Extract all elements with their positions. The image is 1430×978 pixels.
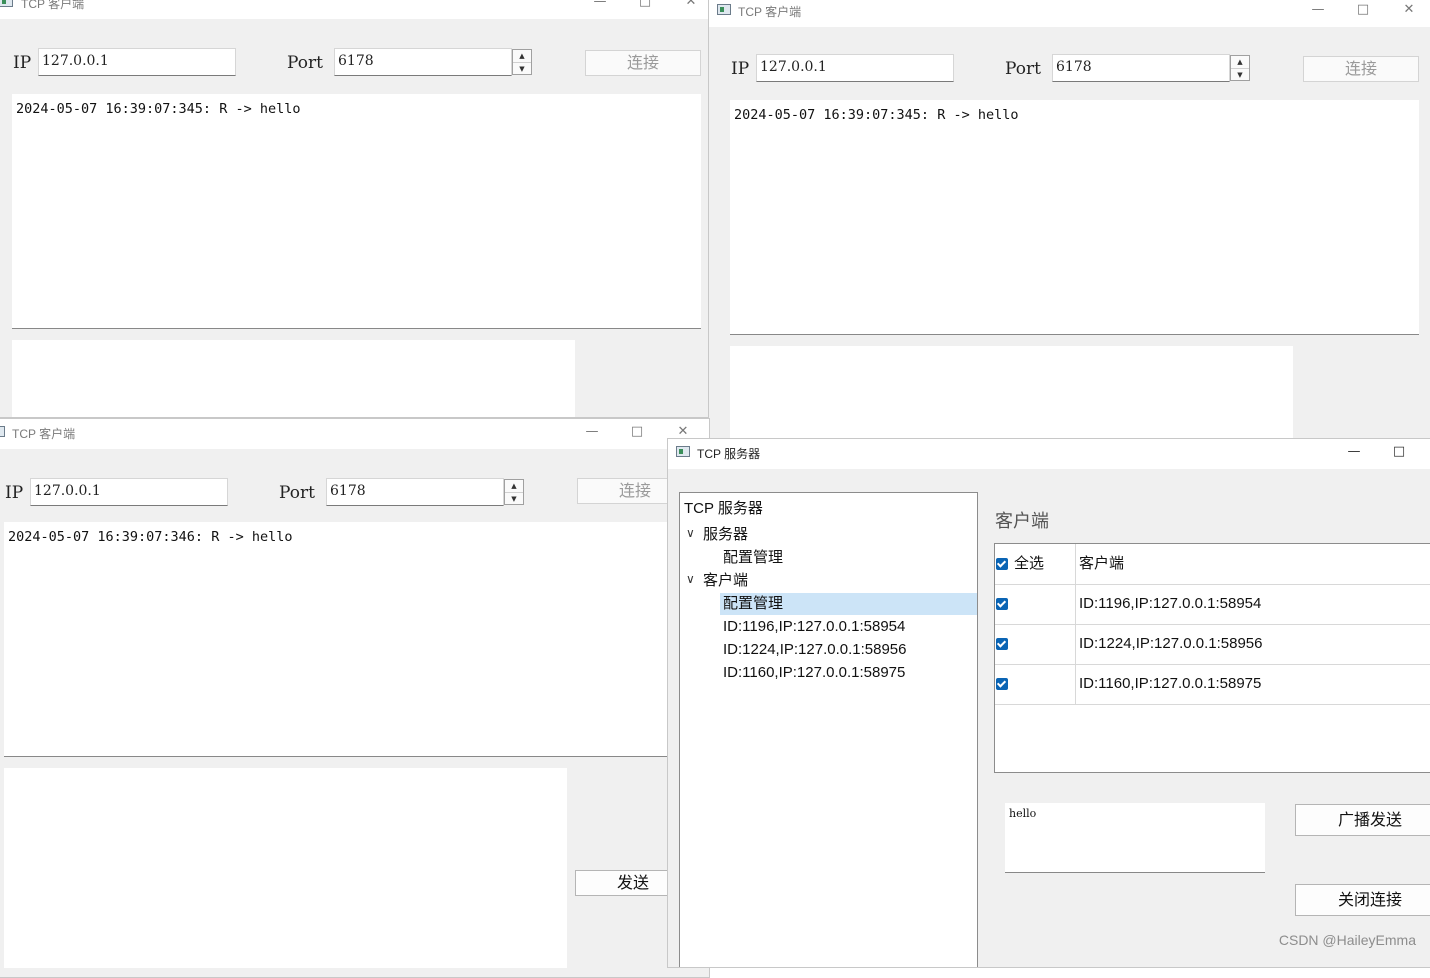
port-spinner[interactable]: ▲ ▼ <box>1230 55 1250 81</box>
close-connection-button[interactable]: 关闭连接 <box>1295 884 1430 916</box>
tree-node-client-config[interactable]: 配置管理 <box>720 593 977 615</box>
title-bar[interactable]: TCP 客户端 — □ ✕ <box>0 419 709 449</box>
ip-label: IP <box>5 483 24 503</box>
minimize-icon[interactable]: — <box>581 423 603 441</box>
tree-node-server-config[interactable]: 配置管理 <box>723 547 783 569</box>
app-icon <box>0 0 13 7</box>
spin-up-icon[interactable]: ▲ <box>1231 56 1249 68</box>
connect-button[interactable]: 连接 <box>585 50 701 76</box>
port-label: Port <box>1005 59 1041 79</box>
client-window-b: TCP 客户端 — □ ✕ IP 127.0.0.1 Port 6178 ▲ ▼… <box>708 0 1430 446</box>
row-checkbox[interactable] <box>996 598 1008 610</box>
port-input[interactable]: 6178 <box>1052 54 1230 82</box>
received-log: 2024-05-07 16:39:07:346: R -> hello <box>4 522 693 757</box>
server-window: TCP 服务器 — □ TCP 服务器 ∨ 服务器 配置管理 ∨ 客户端 配置管… <box>667 438 1430 968</box>
ip-input[interactable]: 127.0.0.1 <box>756 54 954 82</box>
maximize-icon[interactable]: □ <box>626 423 648 441</box>
tree-root[interactable]: TCP 服务器 <box>684 498 763 520</box>
row-checkbox[interactable] <box>996 638 1008 650</box>
received-log: 2024-05-07 16:39:07:345: R -> hello <box>730 100 1419 335</box>
minimize-icon[interactable]: — <box>1343 443 1365 461</box>
port-input[interactable]: 6178 <box>326 478 504 506</box>
app-icon <box>0 426 5 437</box>
select-all-label[interactable]: 全选 <box>1014 544 1044 584</box>
chevron-down-icon[interactable]: ∨ <box>686 568 695 590</box>
column-header-client: 客户端 <box>1079 555 1125 572</box>
spin-down-icon[interactable]: ▼ <box>1231 68 1249 81</box>
panel-title: 客户端 <box>995 511 1049 531</box>
table-header: 全选 客户端 <box>995 544 1430 585</box>
minimize-icon[interactable]: — <box>589 0 611 11</box>
close-icon[interactable]: ✕ <box>1398 1 1420 19</box>
window-title: TCP 服务器 <box>697 447 761 461</box>
port-label: Port <box>279 483 315 503</box>
spin-up-icon[interactable]: ▲ <box>513 50 531 62</box>
table-row[interactable]: ID:1196,IP:127.0.0.1:58954 <box>995 584 1430 625</box>
tree-node-server[interactable]: 服务器 <box>703 524 748 546</box>
window-title: TCP 客户端 <box>12 427 76 441</box>
navigation-tree[interactable]: TCP 服务器 ∨ 服务器 配置管理 ∨ 客户端 配置管理 ID:1196,IP… <box>679 492 978 967</box>
ip-label: IP <box>13 53 32 73</box>
watermark: CSDN @HaileyEmma <box>1278 932 1416 948</box>
maximize-icon[interactable]: □ <box>1352 1 1374 19</box>
tree-node-client[interactable]: 客户端 <box>703 570 748 592</box>
chevron-down-icon[interactable]: ∨ <box>686 522 695 544</box>
broadcast-send-button[interactable]: 广播发送 <box>1295 804 1430 836</box>
table-row[interactable]: ID:1160,IP:127.0.0.1:58975 <box>995 664 1430 705</box>
tree-node-client-item[interactable]: ID:1224,IP:127.0.0.1:58956 <box>723 639 906 661</box>
port-label: Port <box>287 53 323 73</box>
ip-label: IP <box>731 59 750 79</box>
row-checkbox[interactable] <box>996 678 1008 690</box>
send-input[interactable] <box>4 768 567 968</box>
client-window-c: TCP 客户端 — □ ✕ IP 127.0.0.1 Port 6178 ▲ ▼… <box>0 418 710 978</box>
tree-node-label: 配置管理 <box>723 595 784 612</box>
received-log: 2024-05-07 16:39:07:345: R -> hello <box>12 94 701 329</box>
minimize-icon[interactable]: — <box>1307 1 1329 19</box>
client-cell: ID:1196,IP:127.0.0.1:58954 <box>1079 595 1262 612</box>
title-bar[interactable]: TCP 服务器 — □ <box>668 439 1430 469</box>
maximize-icon[interactable]: □ <box>634 0 656 11</box>
send-input[interactable] <box>12 340 575 417</box>
spin-down-icon[interactable]: ▼ <box>505 492 523 505</box>
broadcast-message-input[interactable]: hello <box>1005 803 1265 873</box>
app-icon <box>676 446 690 457</box>
port-spinner[interactable]: ▲ ▼ <box>504 479 524 505</box>
table-row[interactable]: ID:1224,IP:127.0.0.1:58956 <box>995 624 1430 665</box>
window-title: TCP 客户端 <box>21 0 85 11</box>
spin-up-icon[interactable]: ▲ <box>505 480 523 492</box>
title-bar[interactable]: TCP 客户端 — □ ✕ <box>0 0 709 19</box>
app-icon <box>717 4 731 15</box>
port-spinner[interactable]: ▲ ▼ <box>512 49 532 75</box>
maximize-icon[interactable]: □ <box>1388 443 1410 461</box>
send-input[interactable] <box>730 346 1293 445</box>
client-cell: ID:1224,IP:127.0.0.1:58956 <box>1079 635 1263 652</box>
connect-button[interactable]: 连接 <box>1303 56 1419 82</box>
spin-down-icon[interactable]: ▼ <box>513 62 531 75</box>
client-cell: ID:1160,IP:127.0.0.1:58975 <box>1079 675 1262 692</box>
ip-input[interactable]: 127.0.0.1 <box>30 478 228 506</box>
tree-node-client-item[interactable]: ID:1196,IP:127.0.0.1:58954 <box>723 616 905 638</box>
window-title: TCP 客户端 <box>738 5 802 19</box>
select-all-checkbox[interactable] <box>996 558 1008 570</box>
tree-node-client-item[interactable]: ID:1160,IP:127.0.0.1:58975 <box>723 662 905 684</box>
title-bar[interactable]: TCP 客户端 — □ ✕ <box>709 0 1430 27</box>
client-table[interactable]: 全选 客户端 ID:1196,IP:127.0.0.1:58954 ID:122… <box>994 543 1430 773</box>
ip-input[interactable]: 127.0.0.1 <box>38 48 236 76</box>
close-icon[interactable]: ✕ <box>680 0 702 11</box>
client-window-a: TCP 客户端 — □ ✕ IP 127.0.0.1 Port 6178 ▲ ▼… <box>0 0 710 418</box>
port-input[interactable]: 6178 <box>334 48 512 76</box>
